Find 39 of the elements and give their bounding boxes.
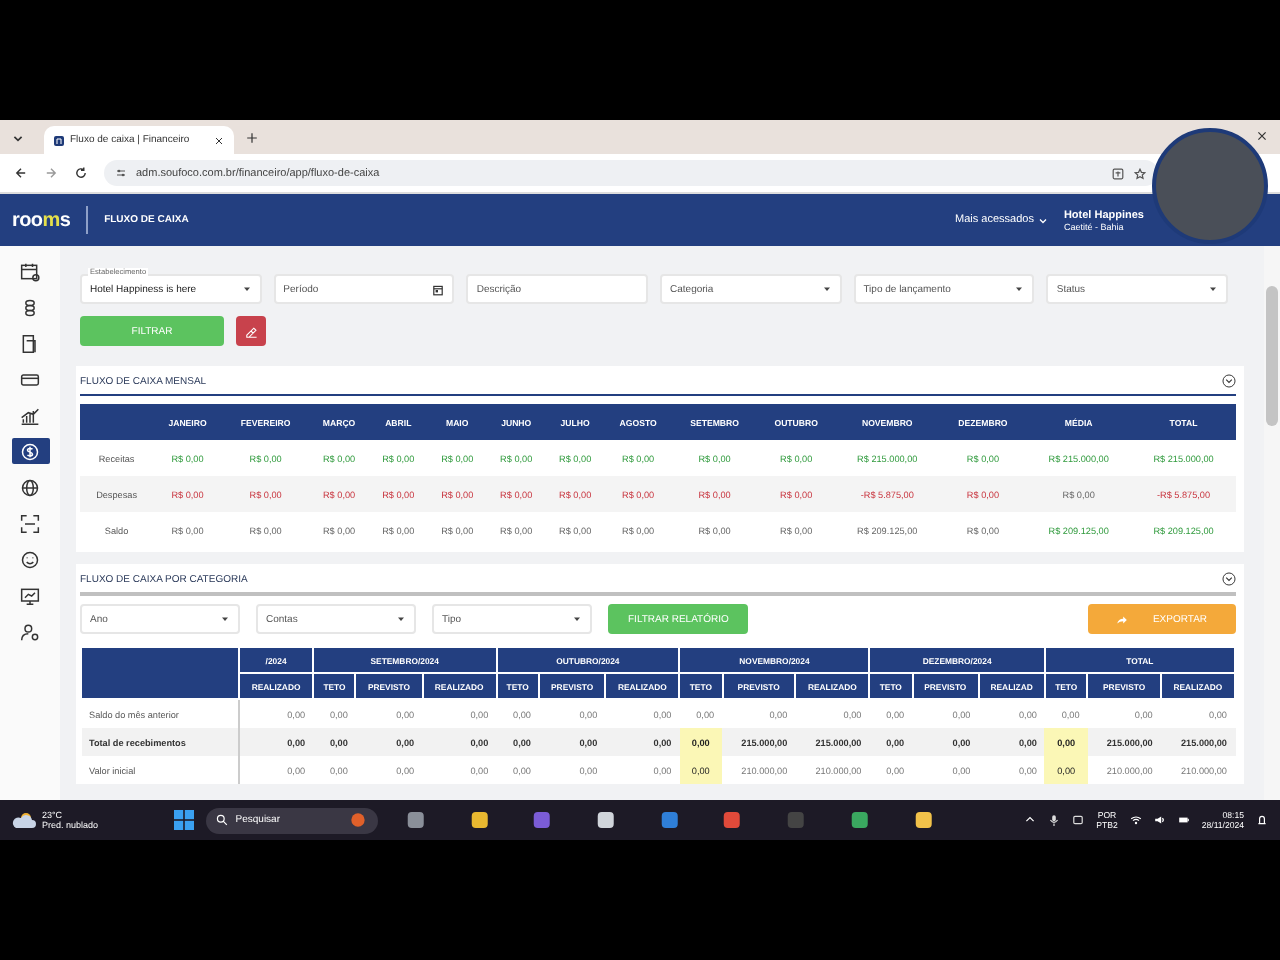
tab-list-icon[interactable]: [12, 132, 24, 144]
calendar-icon[interactable]: [432, 283, 445, 295]
reload-icon[interactable]: [74, 166, 88, 180]
search-highlight-icon: [347, 810, 368, 830]
chevron-down-icon: [1037, 215, 1048, 225]
back-icon[interactable]: [14, 166, 28, 180]
device-icon[interactable]: [1072, 814, 1085, 826]
dropdown-caret-icon: [1014, 284, 1025, 294]
dropdown-caret-icon: [220, 614, 230, 624]
sidebar-dollar-icon[interactable]: [11, 438, 49, 464]
microphone-icon[interactable]: [1048, 814, 1061, 826]
clear-button[interactable]: [236, 316, 266, 346]
dropdown-caret-icon: [1208, 284, 1219, 294]
app-logo[interactable]: rooms: [12, 209, 71, 231]
scrollbar-thumb[interactable]: [1266, 286, 1278, 426]
search-icon: [215, 814, 228, 826]
start-icon[interactable]: [173, 810, 194, 830]
dropdown-caret-icon: [396, 614, 406, 624]
collapse-icon[interactable]: [1222, 572, 1236, 586]
dropdown-caret-icon: [821, 284, 832, 294]
wifi-icon[interactable]: [1129, 814, 1142, 826]
star-icon[interactable]: [1134, 167, 1146, 179]
notification-icon[interactable]: [1256, 814, 1269, 826]
tray-chevron-icon[interactable]: [1024, 814, 1037, 826]
site-favicon-icon: [54, 135, 64, 145]
dropdown-caret-icon: [572, 614, 582, 624]
translate-icon[interactable]: [1112, 167, 1124, 179]
close-tab-icon[interactable]: [214, 135, 224, 145]
new-tab-icon[interactable]: [246, 132, 258, 144]
eraser-icon: [244, 324, 258, 338]
cloud-icon: [12, 810, 36, 830]
dropdown-caret-icon: [241, 284, 252, 294]
forward-icon[interactable]: [44, 166, 58, 180]
battery-icon[interactable]: [1177, 814, 1190, 826]
close-window-icon[interactable]: [1256, 130, 1268, 142]
speaker-icon[interactable]: [1153, 814, 1166, 826]
site-settings-icon[interactable]: [116, 168, 126, 178]
share-arrow-icon: [1116, 613, 1129, 625]
collapse-icon[interactable]: [1222, 374, 1236, 388]
